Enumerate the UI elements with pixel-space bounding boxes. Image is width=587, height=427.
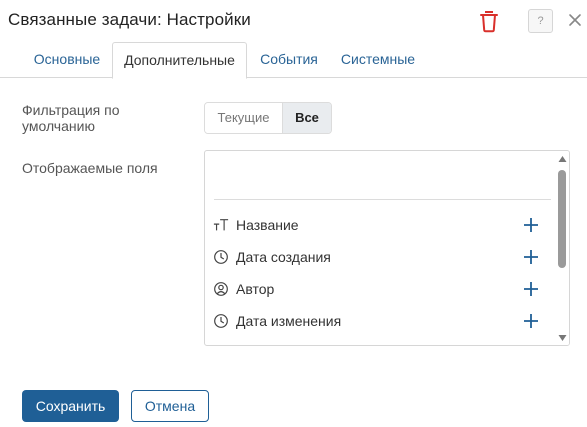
close-icon[interactable] [566, 11, 584, 29]
list-item: Дата создания [205, 241, 555, 273]
clock-icon [214, 250, 228, 264]
plus-icon[interactable] [521, 215, 541, 235]
list-item [205, 337, 555, 346]
trash-icon[interactable] [478, 9, 500, 33]
list-item: Автор [205, 273, 555, 305]
plus-icon[interactable] [521, 311, 541, 331]
scroll-down-arrow-icon[interactable] [558, 334, 567, 342]
filter-option-current[interactable]: Текущие [205, 103, 283, 133]
clock-icon [214, 314, 228, 328]
save-button[interactable]: Сохранить [22, 390, 119, 422]
plus-icon[interactable] [521, 279, 541, 299]
dialog-header: Связанные задачи: Настройки ? [0, 0, 587, 42]
tab-bar: Основные Дополнительные События Системны… [0, 42, 587, 79]
clock-icon [213, 345, 229, 346]
field-label: Дата создания [236, 249, 331, 265]
user-icon [214, 282, 228, 296]
list-item: Название [205, 209, 555, 241]
tab-additional[interactable]: Дополнительные [112, 42, 247, 79]
text-type-icon [213, 219, 229, 231]
tab-general[interactable]: Основные [24, 42, 110, 78]
scroll-up-arrow-icon[interactable] [558, 155, 567, 163]
scrollbar-thumb[interactable] [558, 170, 566, 268]
filter-label: Фильтрация по умолчанию [22, 102, 120, 134]
tab-events[interactable]: События [250, 42, 328, 78]
fields-divider [214, 199, 551, 200]
plus-icon[interactable] [521, 343, 541, 346]
field-label: Дата изменения [236, 313, 342, 329]
fields-list: Название Дата создания Автор Дата измене… [204, 150, 570, 346]
cancel-button[interactable]: Отмена [131, 390, 209, 422]
tab-system[interactable]: Системные [331, 42, 425, 78]
filter-option-all[interactable]: Все [283, 103, 331, 133]
help-icon: ? [537, 15, 544, 27]
list-item: Дата изменения [205, 305, 555, 337]
scrollbar[interactable] [555, 151, 569, 345]
filter-toggle: Текущие Все [204, 102, 332, 134]
field-label: Название [236, 217, 299, 233]
field-label: Автор [236, 281, 275, 297]
plus-icon[interactable] [521, 247, 541, 267]
dialog-title: Связанные задачи: Настройки [8, 10, 251, 29]
fields-label: Отображаемые поля [22, 160, 158, 176]
help-button[interactable]: ? [528, 9, 553, 33]
